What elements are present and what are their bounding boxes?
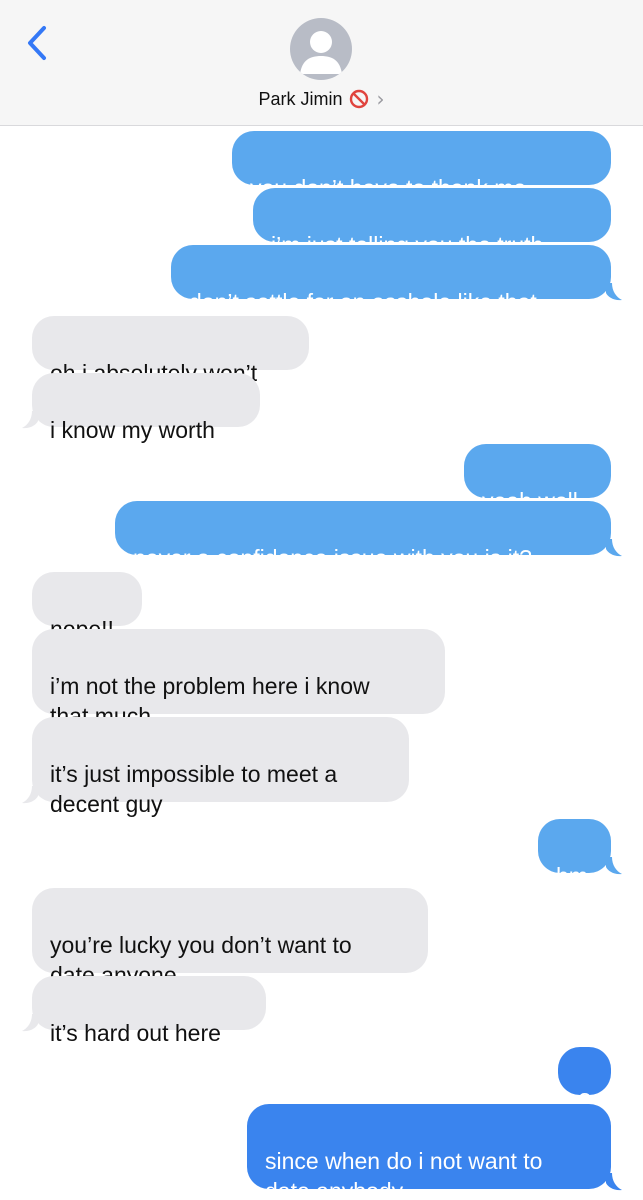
outgoing-message[interactable]: since when do i not want to date anybody	[247, 1104, 611, 1200]
outgoing-message[interactable]: hm	[538, 819, 611, 889]
bubble-tail	[606, 857, 622, 875]
chevron-right-icon: ›	[376, 87, 385, 111]
chevron-left-icon[interactable]	[22, 24, 52, 62]
message-text: don’t settle for an asshole like that	[189, 289, 537, 315]
incoming-message[interactable]: it’s hard out here	[32, 976, 266, 1046]
person-icon	[300, 31, 342, 74]
no-entry-icon	[349, 89, 368, 109]
message-text: hm	[556, 863, 588, 889]
incoming-message[interactable]: i know my worth	[32, 373, 260, 443]
contact-name: Park Jimin	[258, 88, 343, 109]
outgoing-message[interactable]: you don’t have to thank me	[232, 131, 611, 201]
outgoing-message[interactable]: yeah well	[464, 444, 611, 514]
outgoing-message[interactable]: ?	[558, 1047, 611, 1114]
avatar[interactable]	[290, 18, 352, 80]
bubble-tail	[22, 786, 38, 804]
message-text: it’s just impossible to meet a decent gu…	[50, 761, 338, 817]
incoming-message[interactable]: it’s just impossible to meet a decent gu…	[32, 717, 409, 817]
contact-name-button[interactable]: Park Jimin ›	[0, 86, 643, 112]
message-text: since when do i not want to date anybody	[265, 1148, 543, 1200]
message-text: it’s hard out here	[50, 1020, 221, 1046]
conversation-header: Park Jimin ›	[0, 0, 643, 126]
incoming-message[interactable]: oh i absolutely won’t	[32, 316, 309, 386]
outgoing-message[interactable]: never a confidence issue with you is it?	[115, 501, 611, 571]
bubble-tail	[606, 539, 622, 557]
bubble-tail	[22, 411, 38, 429]
outgoing-message[interactable]: i’m just telling you the truth	[253, 188, 611, 258]
bubble-tail	[606, 1173, 622, 1191]
incoming-message[interactable]: nope!!	[32, 572, 142, 642]
bubble-tail	[606, 283, 622, 301]
incoming-message[interactable]: i’m not the problem here i know that muc…	[32, 629, 445, 729]
incoming-message[interactable]: you’re lucky you don’t want to date anyo…	[32, 888, 428, 988]
outgoing-message[interactable]: don’t settle for an asshole like that	[171, 245, 611, 315]
message-text: i know my worth	[50, 417, 215, 443]
message-text: never a confidence issue with you is it?	[133, 545, 532, 571]
bubble-tail	[22, 1014, 38, 1032]
